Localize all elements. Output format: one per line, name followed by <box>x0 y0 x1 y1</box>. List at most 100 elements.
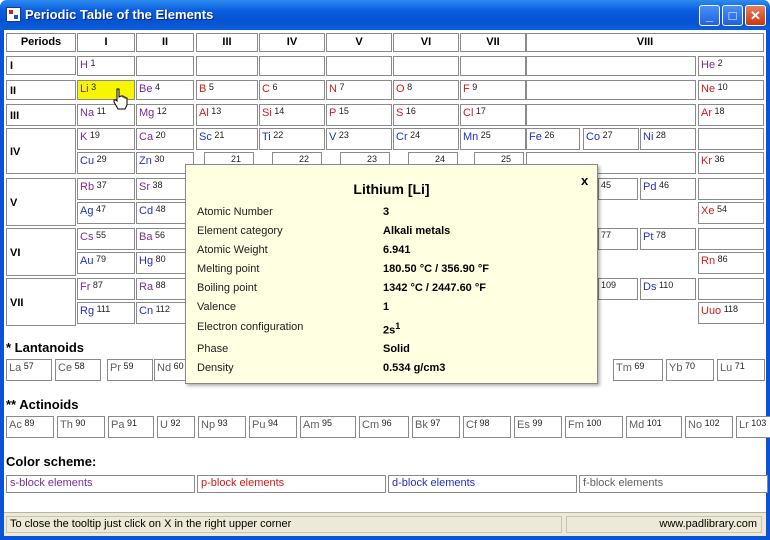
element-cell[interactable]: N 7 <box>326 80 392 100</box>
element-symbol: Ds <box>643 281 657 293</box>
element-symbol: Li <box>80 83 89 95</box>
element-symbol: Yb <box>669 362 683 374</box>
element-cell[interactable]: Cs 55 <box>77 228 135 250</box>
actinoid-cell[interactable]: Es 99 <box>514 416 562 438</box>
element-cell[interactable]: Ni 28 <box>640 128 696 150</box>
title-bar[interactable]: Periodic Table of the Elements _ □ ✕ <box>0 0 770 30</box>
element-symbol: N <box>329 83 337 95</box>
actinoid-cell[interactable]: Cf 98 <box>463 416 511 438</box>
atomic-number: 12 <box>154 106 167 116</box>
element-cell[interactable]: Cu 29 <box>77 152 135 174</box>
element-cell[interactable]: Ds 110 <box>640 278 696 300</box>
group-header-3: III <box>196 33 258 52</box>
element-cell[interactable]: B 5 <box>196 80 258 100</box>
element-cell[interactable]: K 19 <box>77 128 135 150</box>
atomic-number: 24 <box>407 130 421 140</box>
element-cell[interactable]: Au 79 <box>77 252 135 274</box>
atomic-number: 23 <box>367 154 378 164</box>
actinoid-cell[interactable]: Np 93 <box>198 416 246 438</box>
close-button[interactable]: ✕ <box>745 5 766 26</box>
element-cell[interactable]: Ag 47 <box>77 202 135 224</box>
element-cell[interactable]: Be 4 <box>136 80 194 100</box>
element-cell[interactable]: 45 <box>598 178 638 200</box>
element-cell[interactable]: Ar 18 <box>698 104 764 126</box>
element-symbol: Lu <box>720 362 733 374</box>
tooltip-value-text: Alkali metals <box>383 225 451 237</box>
element-symbol: Cm <box>362 419 380 431</box>
actinoid-cell[interactable]: Cm 96 <box>359 416 409 438</box>
empty-cell <box>460 56 526 76</box>
tooltip-close-button[interactable]: x <box>581 173 588 188</box>
element-symbol: Md <box>629 419 645 431</box>
actinoid-cell[interactable]: U 92 <box>157 416 195 438</box>
element-cell[interactable]: P 15 <box>326 104 392 126</box>
actinoid-cell[interactable]: No 102 <box>685 416 733 438</box>
app-icon[interactable] <box>6 7 21 22</box>
actinoid-cell[interactable]: Pa 91 <box>108 416 154 438</box>
actinoid-cell[interactable]: Pu 94 <box>249 416 297 438</box>
element-cell[interactable]: He 2 <box>698 56 764 76</box>
element-cell[interactable]: Ca 20 <box>136 128 194 150</box>
period-label-3: III <box>6 104 76 126</box>
element-cell[interactable]: Cl 17 <box>460 104 526 126</box>
actinoid-cell[interactable]: Md 101 <box>626 416 682 438</box>
actinoid-cell[interactable]: Bk 97 <box>412 416 460 438</box>
element-cell[interactable]: Pd 46 <box>640 178 696 200</box>
element-cell[interactable]: Si 14 <box>259 104 325 126</box>
periods-header: Periods <box>6 33 76 52</box>
color-scheme-title: Color scheme: <box>6 454 97 469</box>
element-cell[interactable]: C 6 <box>259 80 325 100</box>
group-header-5: V <box>326 33 392 52</box>
element-cell[interactable]: Ne 10 <box>698 80 764 100</box>
lanthanoid-cell[interactable]: Tm 69 <box>613 359 663 381</box>
element-cell[interactable]: V 23 <box>326 128 392 150</box>
element-cell[interactable]: Cr 24 <box>393 128 459 150</box>
lanthanoid-cell[interactable]: Yb 70 <box>666 359 714 381</box>
atomic-number: 98 <box>477 418 490 428</box>
atomic-number: 22 <box>299 154 310 164</box>
element-cell[interactable]: Co 27 <box>583 128 639 150</box>
element-cell[interactable]: Sc 21 <box>196 128 258 150</box>
lanthanoid-cell[interactable]: Pr 59 <box>107 359 153 381</box>
actinoid-cell[interactable]: Am 95 <box>300 416 356 438</box>
element-cell[interactable]: Pt 78 <box>640 228 696 250</box>
element-cell[interactable]: Rg 111 <box>77 302 135 324</box>
tooltip-value-text: Solid <box>383 343 410 355</box>
element-cell[interactable]: Xe 54 <box>698 202 764 224</box>
element-cell[interactable]: S 16 <box>393 104 459 126</box>
element-cell[interactable]: 109 <box>598 278 638 300</box>
empty-cell <box>196 56 258 76</box>
element-symbol: Si <box>262 107 272 119</box>
element-cell[interactable]: Rn 86 <box>698 252 764 274</box>
tooltip-property-value: 1 <box>383 301 389 313</box>
element-cell[interactable]: Ti 22 <box>259 128 325 150</box>
element-cell[interactable]: Kr 36 <box>698 152 764 174</box>
element-cell[interactable]: Fe 26 <box>526 128 580 150</box>
lanthanoid-cell[interactable]: Lu 71 <box>717 359 765 381</box>
actinoid-cell[interactable]: Lr 103 <box>736 416 770 438</box>
element-symbol: Ni <box>643 131 654 143</box>
element-cell[interactable]: Fr 87 <box>77 278 135 300</box>
lanthanoid-cell[interactable]: La 57 <box>6 359 52 381</box>
element-cell[interactable]: H 1 <box>77 56 135 76</box>
element-cell[interactable]: O 8 <box>393 80 459 100</box>
actinoid-cell[interactable]: Ac 89 <box>6 416 54 438</box>
element-cell[interactable]: 77 <box>598 228 638 250</box>
minimize-button[interactable]: _ <box>699 5 720 26</box>
actinoid-cell[interactable]: Th 90 <box>57 416 105 438</box>
atomic-number: 29 <box>94 154 107 164</box>
element-cell[interactable]: Mn 25 <box>460 128 526 150</box>
atomic-number: 54 <box>714 204 727 214</box>
actinoid-cell[interactable]: Fm 100 <box>565 416 623 438</box>
atomic-number: 91 <box>124 418 137 428</box>
lanthanoid-cell[interactable]: Ce 58 <box>55 359 101 381</box>
atomic-number: 25 <box>478 130 491 140</box>
element-cell[interactable]: F 9 <box>460 80 526 100</box>
element-cell[interactable]: Rb 37 <box>77 178 135 200</box>
element-cell[interactable]: Mg 12 <box>136 104 194 126</box>
atomic-number: 112 <box>153 304 170 314</box>
element-cell[interactable]: Uuo 118 <box>698 302 764 324</box>
element-symbol: Hg <box>139 255 154 267</box>
element-cell[interactable]: Al 13 <box>196 104 258 126</box>
maximize-button[interactable]: □ <box>722 5 743 26</box>
